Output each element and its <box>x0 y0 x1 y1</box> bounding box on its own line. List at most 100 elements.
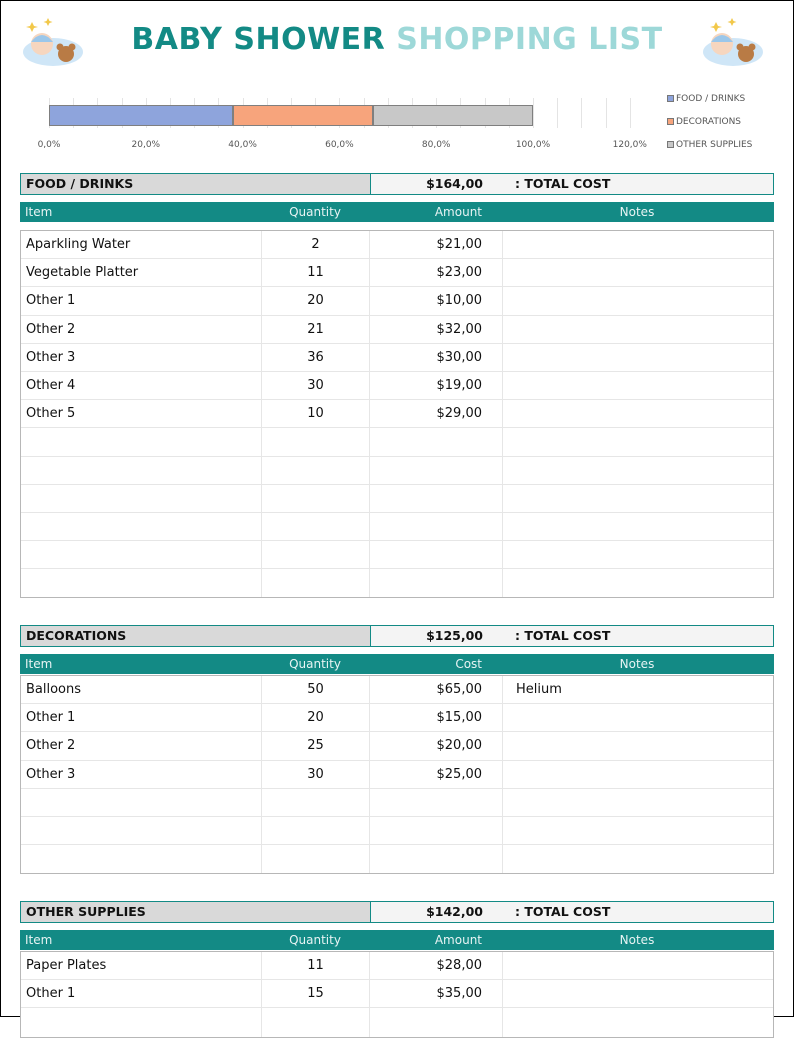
item-cell[interactable]: Other 1 <box>21 704 262 732</box>
notes-cell[interactable] <box>503 1008 773 1036</box>
item-cell[interactable]: Paper Plates <box>21 952 262 980</box>
quantity-cell[interactable]: 20 <box>262 704 370 732</box>
quantity-cell[interactable]: 30 <box>262 760 370 788</box>
quantity-cell[interactable]: 15 <box>262 980 370 1008</box>
amount-cell[interactable]: $35,00 <box>370 980 503 1008</box>
notes-cell[interactable] <box>503 428 773 455</box>
notes-cell[interactable] <box>503 761 773 788</box>
item-cell[interactable] <box>21 428 262 456</box>
amount-cell[interactable] <box>370 456 503 484</box>
amount-cell[interactable]: $21,00 <box>370 231 503 259</box>
quantity-cell[interactable] <box>262 788 370 816</box>
item-cell[interactable]: Other 2 <box>21 732 262 760</box>
quantity-cell[interactable]: 11 <box>262 952 370 980</box>
item-cell[interactable] <box>21 569 262 598</box>
amount-cell[interactable] <box>370 788 503 816</box>
quantity-cell[interactable]: 21 <box>262 315 370 343</box>
amount-cell[interactable]: $65,00 <box>370 676 503 704</box>
notes-cell[interactable] <box>503 231 773 258</box>
item-cell[interactable]: Other 4 <box>21 371 262 400</box>
item-cell[interactable] <box>21 541 262 569</box>
notes-cell[interactable] <box>503 400 773 427</box>
amount-cell[interactable]: $29,00 <box>370 400 503 428</box>
notes-cell[interactable]: Helium <box>503 676 773 703</box>
item-cell[interactable]: Other 5 <box>21 400 262 428</box>
notes-cell[interactable] <box>503 704 773 731</box>
section-header-decorations: DECORATIONS $125,00: TOTAL COST <box>20 625 774 647</box>
item-cell[interactable]: Vegetable Platter <box>21 259 262 287</box>
quantity-cell[interactable]: 11 <box>262 259 370 287</box>
item-cell[interactable] <box>21 1008 262 1037</box>
item-cell[interactable] <box>21 456 262 484</box>
quantity-cell[interactable] <box>262 541 370 569</box>
notes-cell[interactable] <box>503 457 773 484</box>
quantity-cell[interactable]: 2 <box>262 231 370 259</box>
amount-cell[interactable]: $10,00 <box>370 287 503 315</box>
amount-cell[interactable] <box>370 569 503 598</box>
quantity-cell[interactable] <box>262 512 370 541</box>
column-header-quantity: Quantity <box>289 933 341 947</box>
amount-cell[interactable] <box>370 484 503 512</box>
amount-cell[interactable]: $20,00 <box>370 732 503 760</box>
quantity-cell[interactable] <box>262 845 370 874</box>
amount-cell[interactable]: $32,00 <box>370 315 503 343</box>
item-cell[interactable]: Aparkling Water <box>21 231 262 259</box>
amount-cell[interactable] <box>370 428 503 456</box>
item-cell[interactable]: Balloons <box>21 676 262 704</box>
quantity-cell[interactable]: 25 <box>262 732 370 760</box>
quantity-cell[interactable]: 10 <box>262 400 370 428</box>
amount-cell[interactable]: $23,00 <box>370 259 503 287</box>
item-cell[interactable]: Other 3 <box>21 760 262 788</box>
amount-cell[interactable] <box>370 816 503 845</box>
item-cell[interactable]: Other 3 <box>21 343 262 371</box>
notes-cell[interactable] <box>503 372 773 399</box>
quantity-cell[interactable]: 50 <box>262 676 370 704</box>
amount-cell[interactable]: $15,00 <box>370 704 503 732</box>
amount-cell[interactable] <box>370 845 503 874</box>
amount-cell[interactable]: $28,00 <box>370 952 503 980</box>
amount-cell[interactable]: $30,00 <box>370 343 503 371</box>
quantity-cell[interactable] <box>262 484 370 512</box>
amount-cell[interactable] <box>370 541 503 569</box>
chart-gridline <box>581 98 583 128</box>
notes-cell[interactable] <box>503 569 773 597</box>
quantity-cell[interactable] <box>262 428 370 456</box>
notes-cell[interactable] <box>503 732 773 759</box>
notes-cell[interactable] <box>503 344 773 371</box>
item-cell[interactable] <box>21 512 262 541</box>
notes-cell[interactable] <box>503 789 773 816</box>
legend-swatch <box>667 95 674 102</box>
notes-cell[interactable] <box>503 845 773 873</box>
amount-cell[interactable] <box>370 512 503 541</box>
notes-cell[interactable] <box>503 259 773 286</box>
notes-cell[interactable] <box>503 316 773 343</box>
item-cell[interactable] <box>21 816 262 845</box>
notes-cell[interactable] <box>503 817 773 844</box>
column-header-row: Item Quantity Amount Notes <box>20 930 774 950</box>
notes-cell[interactable] <box>503 952 773 979</box>
column-header-quantity: Quantity <box>289 205 341 219</box>
quantity-cell[interactable] <box>262 456 370 484</box>
item-cell[interactable]: Other 2 <box>21 315 262 343</box>
legend-label: DECORATIONS <box>676 117 742 127</box>
amount-cell[interactable]: $19,00 <box>370 371 503 400</box>
notes-cell[interactable] <box>503 541 773 568</box>
quantity-cell[interactable]: 36 <box>262 343 370 371</box>
amount-cell[interactable] <box>370 1008 503 1037</box>
item-cell[interactable]: Other 1 <box>21 980 262 1008</box>
notes-cell[interactable] <box>503 980 773 1007</box>
quantity-cell[interactable] <box>262 816 370 845</box>
chart-gridline <box>533 98 534 128</box>
quantity-cell[interactable]: 20 <box>262 287 370 315</box>
item-cell[interactable] <box>21 484 262 512</box>
item-cell[interactable]: Other 1 <box>21 287 262 315</box>
quantity-cell[interactable] <box>262 1008 370 1037</box>
quantity-cell[interactable]: 30 <box>262 371 370 400</box>
item-cell[interactable] <box>21 788 262 816</box>
amount-cell[interactable]: $25,00 <box>370 760 503 788</box>
quantity-cell[interactable] <box>262 569 370 598</box>
notes-cell[interactable] <box>503 485 773 512</box>
item-cell[interactable] <box>21 845 262 874</box>
notes-cell[interactable] <box>503 287 773 314</box>
notes-cell[interactable] <box>503 513 773 540</box>
